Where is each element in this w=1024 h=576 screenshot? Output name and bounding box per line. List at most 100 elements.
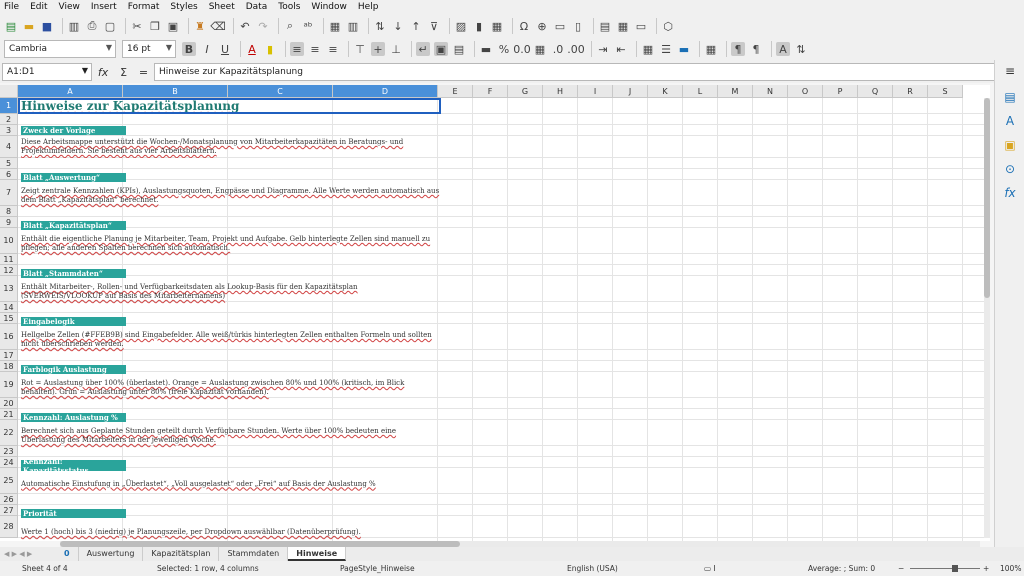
column-header[interactable]: K: [648, 85, 683, 98]
row-header[interactable]: 18: [0, 361, 18, 372]
menu-view[interactable]: View: [59, 2, 80, 12]
align-left-icon[interactable]: ≡: [290, 42, 304, 56]
text-cell[interactable]: Enthält Mitarbeiter-, Rollen- und Verfüg…: [19, 279, 440, 305]
highlight-color-icon[interactable]: ▮: [263, 42, 277, 56]
font-size-box[interactable]: 16 pt ▼: [122, 40, 176, 58]
section-header-cell[interactable]: Farblogik Auslastung: [19, 364, 440, 375]
delete-decimal-icon[interactable]: .00: [567, 42, 585, 56]
chart-icon[interactable]: ▮: [472, 19, 486, 33]
functions-icon[interactable]: fx: [1003, 186, 1017, 200]
percent-format-icon[interactable]: %: [497, 42, 511, 56]
column-header[interactable]: L: [683, 85, 718, 98]
menu-window[interactable]: Window: [311, 2, 347, 12]
gallery-icon[interactable]: ▣: [1003, 138, 1017, 152]
section-header-cell[interactable]: Kennzahl: Auslastung %: [19, 412, 440, 423]
column-header[interactable]: A: [18, 85, 123, 98]
section-header-cell[interactable]: Priorität: [19, 508, 440, 519]
row-header[interactable]: 22: [0, 420, 18, 446]
font-color-icon[interactable]: A: [245, 42, 259, 56]
row-header[interactable]: 13: [0, 276, 18, 302]
column-header[interactable]: F: [473, 85, 508, 98]
column-header[interactable]: J: [613, 85, 648, 98]
align-bottom-icon[interactable]: ⊥: [389, 42, 403, 56]
formula-input[interactable]: Hinweise zur Kapazitätsplanung: [154, 63, 1002, 81]
column-header[interactable]: G: [508, 85, 543, 98]
row-header[interactable]: 1: [0, 98, 18, 114]
column-header[interactable]: S: [928, 85, 963, 98]
column-header[interactable]: B: [123, 85, 228, 98]
add-sheet-button[interactable]: 0: [56, 547, 79, 561]
text-cell[interactable]: Zeigt zentrale Kennzahlen (KPIs), Auslas…: [19, 183, 440, 209]
menu-edit[interactable]: Edit: [30, 2, 47, 12]
decrease-indent-icon[interactable]: ⇤: [614, 42, 628, 56]
copy-icon[interactable]: ❐: [148, 19, 162, 33]
section-header-cell[interactable]: Blatt „Stammdaten“: [19, 268, 440, 279]
align-top-icon[interactable]: ⊤: [353, 42, 367, 56]
freeze-rows-columns-icon[interactable]: ▦: [616, 19, 630, 33]
redo-icon[interactable]: ↷: [256, 19, 270, 33]
section-header-cell[interactable]: Kennzahl: Kapazitätsstatus: [19, 460, 440, 471]
menu-sheet[interactable]: Sheet: [209, 2, 235, 12]
align-center-icon[interactable]: ≡: [308, 42, 322, 56]
row-header[interactable]: 17: [0, 350, 18, 361]
paste-icon[interactable]: ▣: [166, 19, 180, 33]
formula-icon[interactable]: =: [139, 66, 148, 79]
increase-indent-icon[interactable]: ⇥: [596, 42, 610, 56]
define-print-area-icon[interactable]: ▤: [598, 19, 612, 33]
sheet-nav-buttons[interactable]: ◀ ▶ ◀ ▶: [4, 550, 56, 558]
column-header[interactable]: N: [753, 85, 788, 98]
clear-formatting-icon[interactable]: ⌫: [210, 19, 226, 33]
column-header[interactable]: D: [333, 85, 438, 98]
image-icon[interactable]: ▨: [454, 19, 468, 33]
menu-styles[interactable]: Styles: [170, 2, 197, 12]
split-window-icon[interactable]: ▭: [634, 19, 648, 33]
menu-insert[interactable]: Insert: [91, 2, 117, 12]
special-character-icon[interactable]: Ω: [517, 19, 531, 33]
row-header[interactable]: 25: [0, 468, 18, 494]
left-to-right-icon[interactable]: ¶: [731, 42, 745, 56]
zoom-out-icon[interactable]: −: [898, 564, 904, 573]
column-header[interactable]: R: [893, 85, 928, 98]
merge-center-icon[interactable]: ▣: [434, 42, 448, 56]
tab-kapazitaetsplan[interactable]: Kapazitätsplan: [143, 547, 220, 561]
title-cell[interactable]: Hinweise zur Kapazitätsplanung: [19, 98, 440, 114]
conditional-format-icon[interactable]: ▦: [704, 42, 718, 56]
vertical-text-icon[interactable]: ⇅: [794, 42, 808, 56]
navigator-icon[interactable]: ⊙: [1003, 162, 1017, 176]
menu-help[interactable]: Help: [358, 2, 379, 12]
row-header[interactable]: 19: [0, 372, 18, 398]
text-cell[interactable]: Berechnet sich aus Geplante Stunden gete…: [19, 423, 440, 449]
row-header[interactable]: 20: [0, 398, 18, 409]
unmerge-icon[interactable]: ▤: [452, 42, 466, 56]
language[interactable]: English (USA): [567, 564, 618, 573]
menu-data[interactable]: Data: [246, 2, 268, 12]
border-style-icon[interactable]: ☰: [659, 42, 673, 56]
underline-icon[interactable]: U: [218, 42, 232, 56]
column-header[interactable]: O: [788, 85, 823, 98]
export-pdf-icon[interactable]: ▥: [67, 19, 81, 33]
menu-tools[interactable]: Tools: [278, 2, 300, 12]
zoom-level[interactable]: 100%: [1000, 564, 1021, 573]
text-cell[interactable]: Automatische Einstufung in „Überlastet“,…: [19, 471, 440, 497]
row-header[interactable]: 6: [0, 169, 18, 180]
name-box[interactable]: A1:D1 ▼: [2, 63, 92, 81]
tab-hinweise[interactable]: Hinweise: [288, 547, 347, 561]
spreadsheet-grid[interactable]: ABCDEFGHIJKLMNOPQRS 1 2 3 4 5 6 7 8 9 10 11 12 13 14 1…: [0, 85, 990, 541]
tab-auswertung[interactable]: Auswertung: [79, 547, 144, 561]
row-header[interactable]: 8: [0, 206, 18, 217]
row-header[interactable]: 16: [0, 324, 18, 350]
autofilter-icon[interactable]: ⊽: [427, 19, 441, 33]
column-header[interactable]: H: [543, 85, 578, 98]
date-format-icon[interactable]: ▦: [533, 42, 547, 56]
row-header[interactable]: 28: [0, 516, 18, 538]
properties-icon[interactable]: ▤: [1003, 90, 1017, 104]
row-header[interactable]: 12: [0, 265, 18, 276]
styles-icon[interactable]: A: [1003, 114, 1017, 128]
borders-icon[interactable]: ▦: [641, 42, 655, 56]
border-color-icon[interactable]: ▬: [677, 42, 691, 56]
row-header[interactable]: 27: [0, 505, 18, 516]
zoom-in-icon[interactable]: +: [983, 564, 989, 573]
italic-icon[interactable]: I: [200, 42, 214, 56]
section-header-cell[interactable]: Eingabelogik: [19, 316, 440, 327]
hamburger-menu-icon[interactable]: ≡: [1003, 64, 1017, 78]
